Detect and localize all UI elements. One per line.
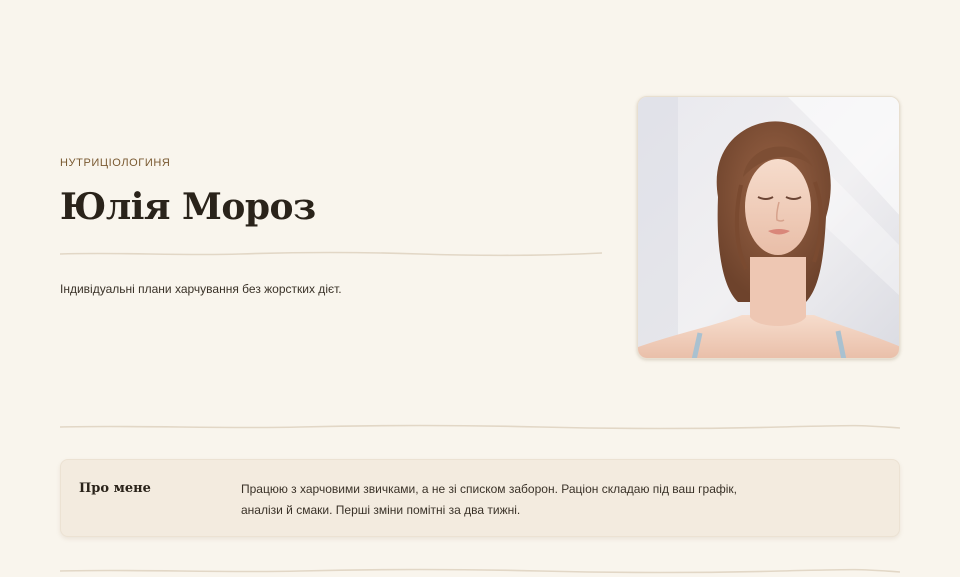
about-card: Про мене Працюю з харчовими звичками, а … [60,459,900,537]
profile-photo [637,96,900,359]
section-divider-bottom [60,568,900,574]
hero-divider [60,251,602,257]
section-divider-top [60,424,900,430]
hero-section: НУТРИЦІОЛОГИНЯ Юлія Мороз Індивідуальні … [60,0,900,400]
page-title: Юлія Мороз [60,186,316,228]
tagline: Індивідуальні плани харчування без жорст… [60,282,342,296]
profession-label: НУТРИЦІОЛОГИНЯ [60,157,171,169]
about-text: Працюю з харчовими звичками, а не зі спи… [241,482,737,517]
about-heading: Про мене [79,481,151,496]
